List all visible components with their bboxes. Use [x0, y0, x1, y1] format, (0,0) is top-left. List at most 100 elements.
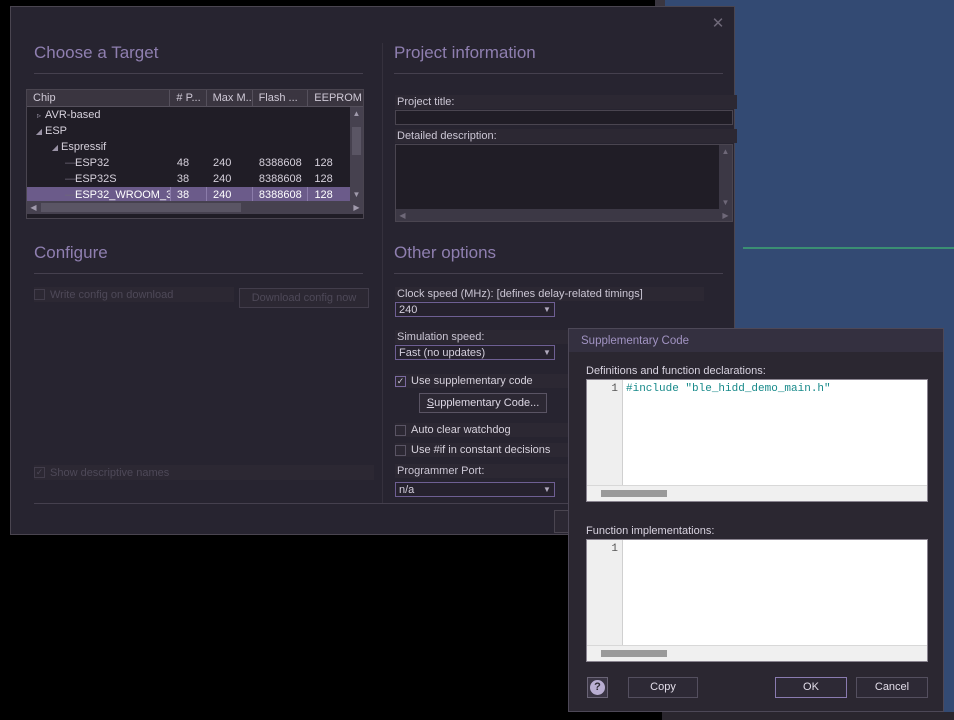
scroll-left-icon[interactable]: ◀: [27, 203, 40, 212]
hscroll-thumb[interactable]: [601, 650, 667, 657]
max-mem-cell: [207, 139, 253, 155]
implementations-code-editor[interactable]: 1: [586, 539, 928, 662]
description-vertical-scrollbar[interactable]: ▲ ▼: [719, 145, 732, 209]
chevron-down-icon[interactable]: ▼: [540, 305, 554, 314]
max-mem-cell: 240: [207, 155, 253, 171]
chip-name-label: ESP32_WROOM_32: [75, 189, 171, 201]
project-title-label: Project title:: [395, 95, 737, 109]
scroll-right-icon[interactable]: ▶: [719, 211, 732, 220]
checkbox-icon: [34, 289, 45, 300]
tree-expander-icon[interactable]: ◢: [33, 124, 45, 139]
project-information-title: Project information: [394, 43, 731, 63]
chip-name-cell: ◢ESP: [27, 123, 170, 139]
chip-tree-header: Chip # P... Max M... Flash ... EEPROM ..…: [27, 90, 363, 107]
chip-tree-rows: ▹AVR-based◢ESP◢Espressif—ESP324824083886…: [27, 107, 363, 201]
question-mark-icon: ?: [590, 680, 605, 695]
scroll-thumb[interactable]: [352, 127, 361, 155]
function-implementations-label: Function implementations:: [586, 525, 714, 537]
chip-name-cell: —ESP32: [27, 155, 171, 171]
auto-clear-watchdog-checkbox[interactable]: Auto clear watchdog: [395, 423, 580, 437]
definitions-horizontal-scrollbar[interactable]: [587, 485, 927, 501]
close-icon[interactable]: ✕: [708, 15, 728, 33]
scroll-down-icon[interactable]: ▼: [350, 188, 363, 201]
copy-button[interactable]: Copy: [628, 677, 698, 698]
clock-speed-select[interactable]: 240 ▼: [395, 302, 555, 317]
tree-expander-icon[interactable]: ◢: [49, 140, 61, 155]
tree-expander-icon[interactable]: ▹: [33, 108, 45, 123]
section-divider: [394, 273, 723, 274]
scroll-right-icon[interactable]: ▶: [350, 203, 363, 212]
checkbox-icon[interactable]: [395, 445, 406, 456]
detailed-description-textarea[interactable]: ▲ ▼ ◀ ▶: [395, 144, 733, 222]
chip-name-label: AVR-based: [45, 109, 100, 121]
pin-count-cell: 38: [171, 171, 207, 187]
chip-name-label: ESP32: [75, 157, 109, 169]
show-descriptive-names-checkbox: ✓ Show descriptive names: [34, 465, 374, 480]
chip-tree-vertical-scrollbar[interactable]: ▲ ▼: [350, 107, 363, 201]
implementations-horizontal-scrollbar[interactable]: [587, 645, 927, 661]
max-mem-cell: [207, 123, 253, 139]
choose-a-target-section: Choose a Target: [26, 43, 371, 74]
download-config-now-button: Download config now: [239, 288, 369, 308]
pin-count-cell: 38: [171, 187, 207, 201]
chevron-down-icon[interactable]: ▼: [540, 348, 554, 357]
column-header-eeprom[interactable]: EEPROM ...: [308, 90, 363, 106]
choose-a-target-title: Choose a Target: [34, 43, 371, 63]
column-header-chip[interactable]: Chip: [27, 90, 170, 106]
max-mem-cell: [207, 107, 253, 123]
chevron-down-icon[interactable]: ▼: [540, 485, 554, 494]
other-options-section: Other options: [386, 243, 731, 274]
table-row[interactable]: ▹AVR-based: [27, 107, 363, 123]
checkbox-icon[interactable]: [395, 425, 406, 436]
column-header-max-mem[interactable]: Max M...: [207, 90, 253, 106]
scroll-up-icon[interactable]: ▲: [350, 107, 363, 120]
scroll-down-icon[interactable]: ▼: [719, 196, 732, 209]
chip-tree-table[interactable]: Chip # P... Max M... Flash ... EEPROM ..…: [26, 89, 364, 219]
supplementary-code-button[interactable]: Supplementary Code...: [419, 393, 547, 413]
chip-tree-horizontal-scrollbar[interactable]: ◀ ▶: [27, 201, 363, 214]
simulation-speed-select[interactable]: Fast (no updates) ▼: [395, 345, 555, 360]
table-row[interactable]: ◢Espressif: [27, 139, 363, 155]
auto-clear-watchdog-label: Auto clear watchdog: [411, 424, 511, 436]
table-row[interactable]: —ESP32S382408388608128: [27, 171, 363, 187]
definitions-code-editor[interactable]: 1 #include "ble_hidd_demo_main.h": [586, 379, 928, 502]
programmer-port-select[interactable]: n/a ▼: [395, 482, 555, 497]
configure-title: Configure: [34, 243, 371, 263]
show-descriptive-names-label: Show descriptive names: [50, 467, 169, 479]
column-header-flash[interactable]: Flash ...: [253, 90, 309, 106]
implementations-code-area[interactable]: 1: [587, 540, 927, 645]
table-row[interactable]: —ESP32_WROOM_32382408388608128: [27, 187, 363, 201]
definitions-code-area[interactable]: 1 #include "ble_hidd_demo_main.h": [587, 380, 927, 485]
scroll-left-icon[interactable]: ◀: [396, 211, 409, 220]
window-titlebar: ✕: [11, 7, 734, 39]
definitions-code-text[interactable]: #include "ble_hidd_demo_main.h": [623, 380, 927, 485]
hscroll-thumb[interactable]: [601, 490, 667, 497]
use-supplementary-code-checkbox[interactable]: ✓ Use supplementary code: [395, 374, 580, 388]
simulation-speed-value: Fast (no updates): [396, 347, 540, 359]
column-divider: [382, 43, 383, 503]
pin-count-cell: [170, 107, 206, 123]
project-title-input[interactable]: [395, 110, 733, 125]
use-supplementary-code-label: Use supplementary code: [411, 375, 533, 387]
ok-button[interactable]: OK: [775, 677, 847, 698]
chip-name-label: ESP32S: [75, 173, 117, 185]
max-mem-cell: 240: [207, 187, 253, 201]
checkbox-checked-icon[interactable]: ✓: [395, 376, 406, 387]
hscroll-thumb[interactable]: [41, 203, 241, 212]
clock-speed-label: Clock speed (MHz): [defines delay-relate…: [395, 287, 704, 301]
table-row[interactable]: —ESP32482408388608128: [27, 155, 363, 171]
implementations-code-text[interactable]: [623, 540, 927, 645]
help-button[interactable]: ?: [587, 677, 608, 698]
tree-branch-icon: —: [65, 187, 75, 201]
scroll-up-icon[interactable]: ▲: [719, 145, 732, 158]
description-horizontal-scrollbar[interactable]: ◀ ▶: [396, 209, 732, 221]
cancel-button[interactable]: Cancel: [856, 677, 928, 698]
table-row[interactable]: ◢ESP: [27, 123, 363, 139]
detailed-description-label: Detailed description:: [395, 129, 737, 143]
use-if-constant-decisions-checkbox[interactable]: Use #if in constant decisions: [395, 443, 580, 457]
column-header-pins[interactable]: # P...: [170, 90, 206, 106]
pin-count-cell: 48: [171, 155, 207, 171]
other-options-title: Other options: [394, 243, 731, 263]
flash-size-cell: 8388608: [253, 155, 309, 171]
chip-name-cell: ◢Espressif: [27, 139, 171, 155]
